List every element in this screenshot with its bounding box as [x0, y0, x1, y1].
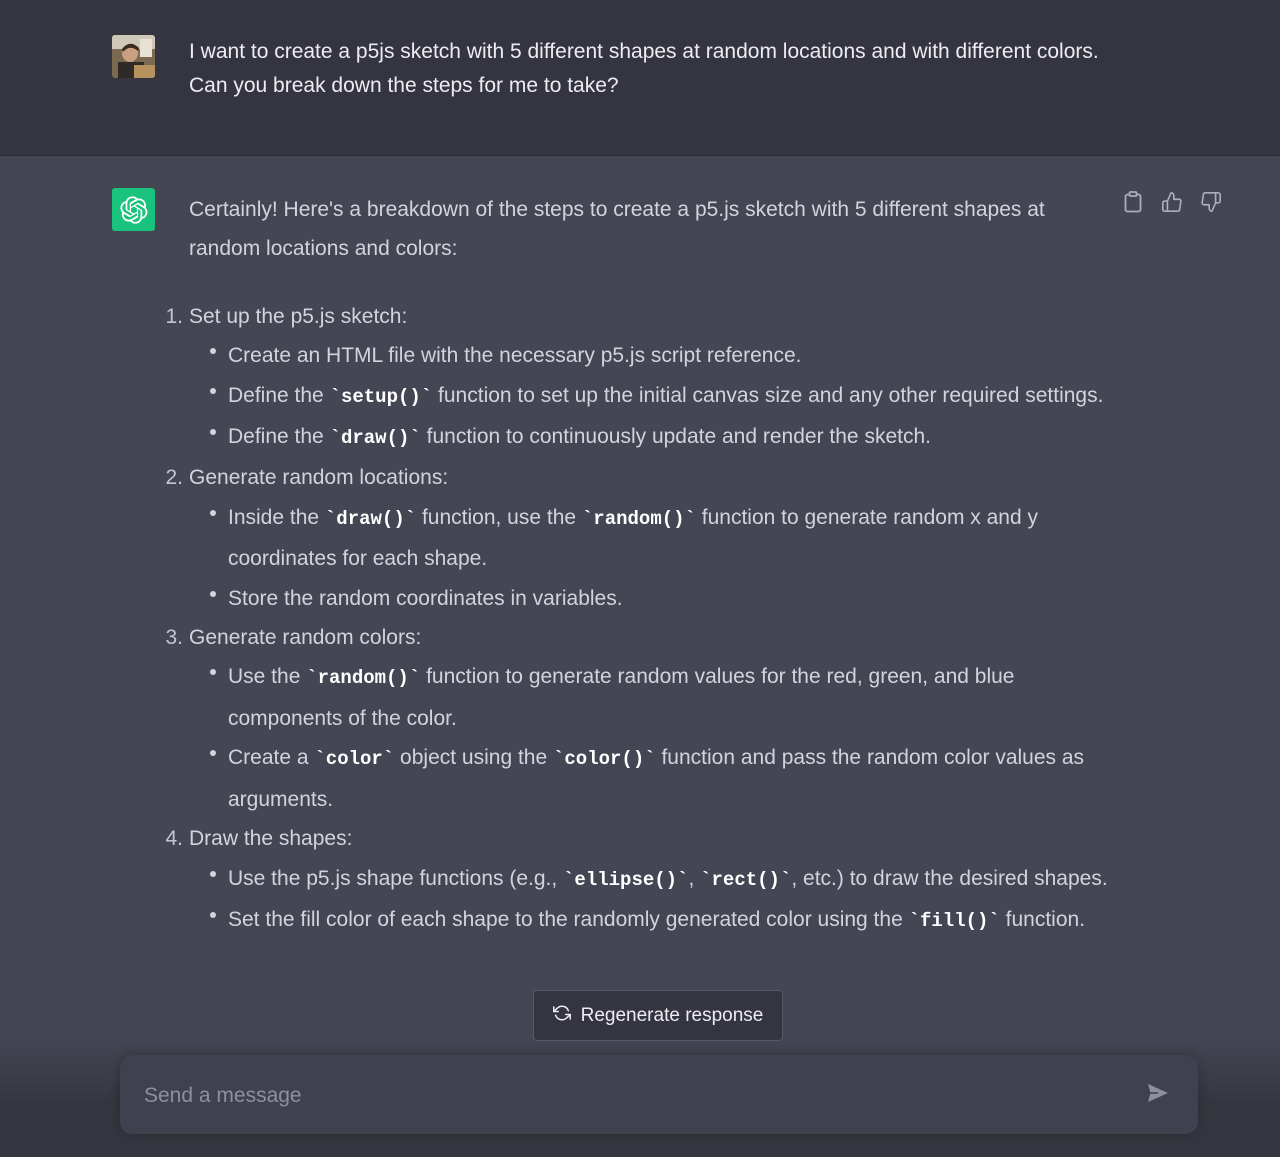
message-input[interactable] [142, 1055, 1106, 1136]
steps-list: 1. Set up the p5.js sketch: Create an HTML… [165, 297, 1114, 942]
send-button[interactable] [1146, 1081, 1172, 1107]
copy-button[interactable] [1122, 190, 1144, 218]
inline-code: `random()` [306, 667, 421, 690]
inline-code: `color` [314, 748, 395, 771]
inline-code: `draw()` [329, 427, 421, 450]
step-title: Draw the shapes: [189, 827, 353, 851]
step-bullets: Use the p5.js shape functions (e.g., `el… [189, 859, 1114, 942]
bullet-text: , [688, 866, 701, 890]
step-item: 1. Set up the p5.js sketch: Create an HTML… [165, 297, 1114, 459]
bullet-item: Store the random coordinates in variable… [210, 579, 1114, 618]
send-icon [1146, 1084, 1170, 1109]
user-message-text: I want to create a p5js sketch with 5 di… [189, 40, 1099, 97]
step-title: Set up the p5.js sketch: [189, 304, 408, 328]
bullet-text: Create an HTML file with the necessary p… [228, 344, 802, 368]
bullet-text: function. [999, 907, 1086, 931]
openai-logo-icon [112, 188, 155, 231]
inline-code: `color()` [553, 748, 656, 771]
bullet-text: Inside the [228, 505, 325, 529]
inline-code: `random()` [581, 507, 696, 530]
message-actions [1122, 190, 1222, 218]
step-bullets: Inside the `draw()` function, use the `r… [189, 498, 1114, 618]
bullet-text: function, use the [416, 505, 582, 529]
step-item: 4. Draw the shapes: Use the p5.js shape fu… [165, 819, 1114, 942]
assistant-intro-text: Certainly! Here's a breakdown of the ste… [189, 198, 1045, 261]
thumbs-down-icon [1200, 191, 1222, 218]
user-message-row: I want to create a p5js sketch with 5 di… [0, 0, 1280, 156]
step-bullets: Create an HTML file with the necessary p… [189, 336, 1114, 458]
bullet-item: Set the fill color of each shape to the … [210, 900, 1114, 941]
message-composer [120, 1055, 1198, 1136]
assistant-message-content: Certainly! Here's a breakdown of the ste… [165, 190, 1114, 942]
bullet-item: Create a `color` object using the `color… [210, 738, 1114, 819]
bullet-text: Create a [228, 746, 315, 770]
clipboard-icon [1123, 190, 1143, 218]
bullet-text: Define the [228, 383, 330, 407]
bullet-item: Create an HTML file with the necessary p… [210, 336, 1114, 375]
inline-code: `setup()` [329, 385, 433, 408]
inline-code: `draw()` [324, 507, 417, 530]
step-number: 2. [165, 466, 183, 490]
bullet-text: Use the p5.js shape functions (e.g., [228, 866, 564, 890]
regenerate-response-button[interactable]: Regenerate response [533, 990, 783, 1041]
inline-code: `rect()` [700, 868, 792, 891]
step-item: 2. Generate random locations: Inside the `… [165, 458, 1114, 618]
inline-code: `fill()` [908, 909, 1000, 932]
bullet-item: Define the `draw()` function to continuo… [210, 417, 1114, 458]
bullet-item: Use the p5.js shape functions (e.g., `el… [210, 859, 1114, 900]
bullet-item: Define the `setup()` function to set up … [210, 376, 1114, 417]
bullet-text: function to set up the initial canvas si… [432, 383, 1104, 407]
bullet-item: Inside the `draw()` function, use the `r… [210, 498, 1114, 579]
dislike-button[interactable] [1200, 191, 1222, 218]
bullet-item: Use the `random()` function to generate … [210, 657, 1114, 738]
bullet-text: object using the [394, 746, 553, 770]
step-title: Generate random colors: [189, 626, 422, 650]
bullet-text: , etc.) to draw the desired shapes. [791, 866, 1108, 890]
bullet-text: Use the [228, 665, 307, 689]
user-avatar [112, 35, 155, 78]
thumbs-up-icon [1161, 191, 1183, 218]
bullet-text: Set the fill color of each shape to the … [228, 907, 909, 931]
refresh-icon [552, 1004, 571, 1028]
step-number: 1. [165, 304, 183, 328]
step-title: Generate random locations: [189, 466, 449, 490]
step-item: 3. Generate random colors: Use the `random… [165, 618, 1114, 819]
bullet-text: function to continuously update and rend… [420, 425, 931, 449]
step-number: 3. [165, 626, 183, 650]
bullet-text: Define the [228, 425, 330, 449]
bullet-text: Store the random coordinates in variable… [228, 586, 623, 610]
regenerate-label: Regenerate response [580, 1004, 764, 1026]
like-button[interactable] [1161, 191, 1183, 218]
inline-code: `ellipse()` [563, 868, 689, 891]
step-number: 4. [165, 827, 183, 851]
step-bullets: Use the `random()` function to generate … [189, 657, 1114, 819]
